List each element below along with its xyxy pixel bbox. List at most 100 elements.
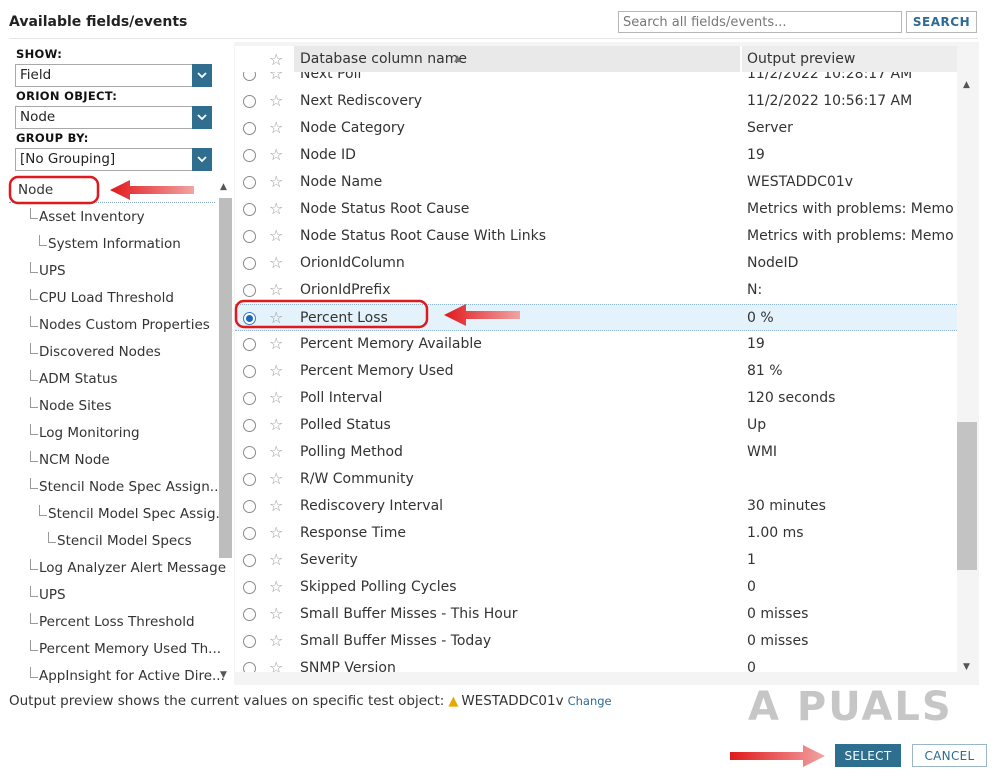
row-radio[interactable] (243, 176, 256, 189)
tree-item[interactable]: UPS (39, 258, 66, 284)
row-radio[interactable] (243, 95, 256, 108)
select-button[interactable]: SELECT (835, 744, 901, 767)
scroll-thumb[interactable] (957, 422, 977, 570)
tree-item[interactable]: Node Sites (39, 393, 111, 419)
star-icon[interactable]: ☆ (269, 226, 283, 246)
row-radio[interactable] (243, 446, 256, 459)
row-radio[interactable] (243, 608, 256, 621)
tree-item[interactable]: UPS (39, 582, 66, 608)
search-button[interactable]: SEARCH (906, 11, 977, 33)
tree-item[interactable]: Asset Inventory (39, 204, 145, 230)
tree-item[interactable]: Percent Memory Used Th... (39, 636, 221, 662)
star-icon[interactable]: ☆ (269, 118, 283, 138)
tree-item[interactable]: NCM Node (39, 447, 110, 473)
column-header-name[interactable]: Database column name ▲ (294, 46, 741, 72)
orion-object-select[interactable]: Node (15, 106, 212, 129)
row-radio[interactable] (243, 662, 256, 672)
star-icon[interactable]: ☆ (269, 145, 283, 165)
scroll-up-icon[interactable]: ▲ (220, 182, 227, 192)
row-radio[interactable] (243, 554, 256, 567)
table-row[interactable]: ☆ R/W Community (235, 466, 957, 493)
star-icon[interactable]: ☆ (269, 496, 283, 516)
star-icon[interactable]: ☆ (269, 604, 283, 624)
star-icon[interactable]: ☆ (269, 361, 283, 381)
star-icon[interactable]: ☆ (269, 199, 283, 219)
table-row[interactable]: ☆ Small Buffer Misses - Today 0 misses (235, 628, 957, 655)
star-icon[interactable]: ☆ (269, 631, 283, 651)
star-icon[interactable]: ☆ (269, 469, 283, 489)
row-radio[interactable] (243, 635, 256, 648)
row-radio[interactable] (243, 257, 256, 270)
star-icon[interactable]: ☆ (269, 91, 283, 111)
tree-item[interactable]: CPU Load Threshold (39, 285, 174, 311)
table-row[interactable]: ☆ Small Buffer Misses - This Hour 0 misses (235, 601, 957, 628)
row-radio[interactable] (243, 500, 256, 513)
tree-item[interactable]: AppInsight for Active Dire... (39, 663, 225, 685)
table-row[interactable]: ☆ Poll Interval 120 seconds (235, 385, 957, 412)
star-icon[interactable]: ☆ (269, 172, 283, 192)
table-row[interactable]: ☆ Node Category Server (235, 115, 957, 142)
table-row[interactable]: ☆ Next Rediscovery 11/2/2022 10:56:17 AM (235, 88, 957, 115)
scroll-down-icon[interactable]: ▼ (963, 662, 970, 672)
search-input[interactable] (618, 11, 902, 33)
column-header-preview[interactable]: Output preview (742, 46, 957, 72)
table-row[interactable]: ☆ Percent Memory Available 19 (235, 331, 957, 358)
row-radio[interactable] (243, 312, 256, 325)
chevron-down-icon[interactable] (192, 106, 212, 129)
star-icon[interactable]: ☆ (269, 253, 283, 273)
scroll-up-icon[interactable]: ▲ (963, 80, 970, 90)
table-row[interactable]: ☆ OrionIdPrefix N: (235, 277, 957, 304)
tree-item[interactable]: Percent Loss Threshold (39, 609, 195, 635)
star-icon[interactable]: ☆ (269, 577, 283, 597)
row-radio[interactable] (243, 527, 256, 540)
cancel-button[interactable]: CANCEL (912, 744, 987, 767)
chevron-down-icon[interactable] (192, 64, 212, 87)
table-row[interactable]: ☆ SNMP Version 0 (235, 655, 957, 672)
table-row[interactable]: ☆ Node Status Root Cause Metrics with prob… (235, 196, 957, 223)
scroll-thumb[interactable] (219, 198, 232, 558)
grid-scrollbar[interactable]: ▲ ▼ (957, 72, 977, 676)
tree-item[interactable]: ADM Status (39, 366, 118, 392)
table-row[interactable]: ☆ Response Time 1.00 ms (235, 520, 957, 547)
table-row[interactable]: ☆ Rediscovery Interval 30 minutes (235, 493, 957, 520)
row-radio[interactable] (243, 419, 256, 432)
star-icon[interactable]: ☆ (269, 415, 283, 435)
row-radio[interactable] (243, 230, 256, 243)
group-by-select[interactable]: [No Grouping] (15, 148, 212, 171)
chevron-down-icon[interactable] (192, 148, 212, 171)
table-row[interactable]: ☆ Node Status Root Cause With Links Metric… (235, 223, 957, 250)
tree-item[interactable]: Node (18, 177, 53, 203)
row-radio[interactable] (243, 203, 256, 216)
table-row[interactable]: ☆ Polling Method WMI (235, 439, 957, 466)
star-icon[interactable]: ☆ (269, 280, 283, 300)
tree-item[interactable]: Discovered Nodes (39, 339, 161, 365)
table-row[interactable]: ☆ Percent Loss 0 % (235, 304, 957, 331)
star-icon[interactable]: ☆ (269, 308, 283, 328)
table-row[interactable]: ☆ Percent Memory Used 81 % (235, 358, 957, 385)
tree-item[interactable]: Stencil Model Specs (57, 528, 192, 554)
row-radio[interactable] (243, 365, 256, 378)
tree-item[interactable]: Stencil Model Spec Assig... (48, 501, 228, 527)
show-select[interactable]: Field (15, 64, 212, 87)
star-icon[interactable]: ☆ (269, 550, 283, 570)
change-link[interactable]: Change (568, 694, 612, 708)
row-radio[interactable] (243, 581, 256, 594)
table-row[interactable]: ☆ Node Name WESTADDC01v (235, 169, 957, 196)
row-radio[interactable] (243, 473, 256, 486)
row-radio[interactable] (243, 122, 256, 135)
star-icon[interactable]: ☆ (269, 658, 283, 672)
tree-item[interactable]: Log Monitoring (39, 420, 140, 446)
tree-item[interactable]: Log Analyzer Alert Message (39, 555, 226, 581)
tree-item[interactable]: Nodes Custom Properties (39, 312, 210, 338)
table-row[interactable]: ☆ Node ID 19 (235, 142, 957, 169)
row-radio[interactable] (243, 149, 256, 162)
star-icon[interactable]: ☆ (269, 334, 283, 354)
table-row[interactable]: ☆ Severity 1 (235, 547, 957, 574)
table-row[interactable]: ☆ Polled Status Up (235, 412, 957, 439)
tree-item[interactable]: System Information (48, 231, 181, 257)
scroll-down-icon[interactable]: ▼ (220, 670, 227, 680)
tree-item[interactable]: Stencil Node Spec Assign... (39, 474, 223, 500)
star-icon[interactable]: ☆ (269, 523, 283, 543)
star-icon[interactable]: ☆ (269, 388, 283, 408)
row-radio[interactable] (243, 338, 256, 351)
